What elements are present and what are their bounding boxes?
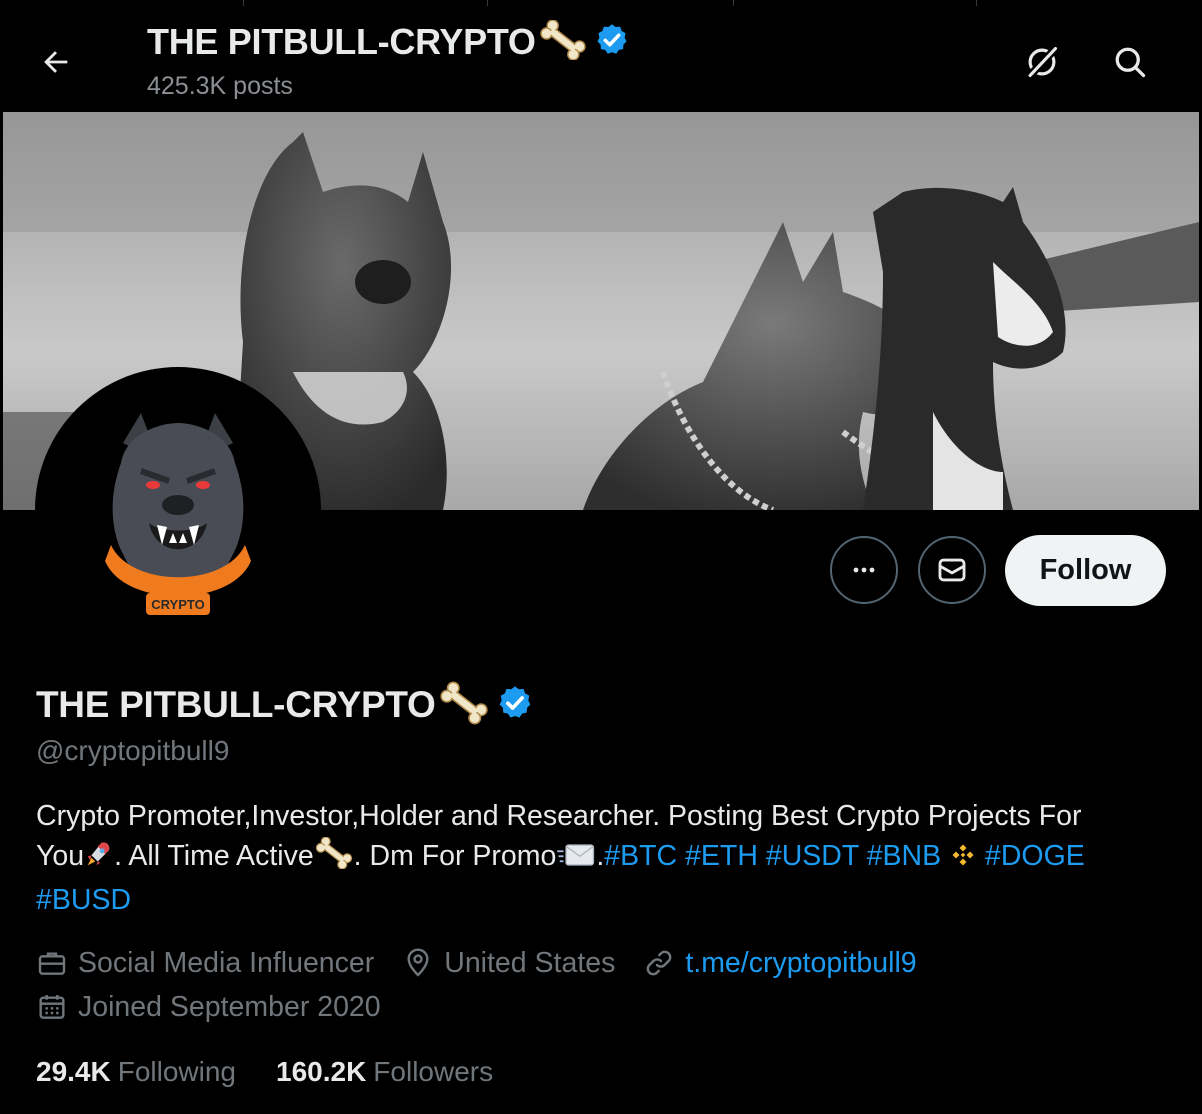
avatar-badge-text: CRYPTO [151,597,204,612]
followers-link[interactable]: 160.2K Followers [276,1056,493,1088]
grok-icon [1026,45,1060,79]
bio: Crypto Promoter,Investor,Holder and Rese… [36,796,1166,920]
verified-badge-icon[interactable] [594,22,630,63]
display-name: THE PITBULL-CRYPTO [36,684,436,725]
category-text: Social Media Influencer [78,946,375,979]
hashtag-link[interactable]: #ETH [685,840,758,872]
bio-text: You [36,840,85,872]
envelope-emoji [556,840,596,880]
hashtag-link[interactable]: #BTC [604,840,677,872]
header-title-block: THE PITBULL-CRYPTO 425.3K posts [147,18,630,101]
bio-text: . Dm For Promo [353,840,557,872]
profile-meta: Social Media Influencer United States t.… [36,943,917,983]
hashtag-link[interactable]: #BUSD [36,884,131,916]
top-separator [976,0,977,6]
rocket-emoji [84,839,114,880]
location-icon [407,948,429,977]
top-separator [733,0,734,6]
website-link[interactable]: t.me/cryptopitbull9 [685,947,916,980]
following-count: 29.4K [36,1056,111,1087]
search-button[interactable] [1104,36,1156,88]
back-button[interactable] [30,36,82,88]
top-separator [487,0,488,6]
followers-label: Followers [373,1056,494,1087]
hashtag-link[interactable]: #USDT [766,840,859,872]
location-item: United States [402,947,615,980]
website-item: t.me/cryptopitbull9 [643,947,917,980]
category-item: Social Media Influencer [36,947,374,980]
joined-item: Joined September 2020 [36,987,381,1027]
link-icon [647,950,672,976]
arrow-left-icon [44,51,68,73]
following-link[interactable]: 29.4K Following [36,1056,236,1088]
verified-badge-icon[interactable] [496,684,534,727]
hashtag-link[interactable]: #BNB [867,840,941,872]
header-title: THE PITBULL-CRYPTO [147,21,536,62]
follow-button[interactable]: Follow [1005,535,1166,606]
following-label: Following [117,1056,236,1087]
bone-emoji [538,18,588,65]
briefcase-icon [38,952,66,975]
display-name-row: THE PITBULL-CRYPTO [36,681,534,729]
followers-count: 160.2K [276,1056,367,1087]
joined-text: Joined September 2020 [78,990,381,1023]
bone-emoji [314,836,354,880]
posts-count: 425.3K posts [147,72,293,100]
message-button[interactable] [918,536,986,604]
more-icon [853,567,875,573]
handle: @cryptopitbull9 [36,735,230,766]
bone-emoji [438,681,490,730]
more-button[interactable] [830,536,898,604]
top-separator [243,0,244,6]
avatar[interactable]: CRYPTO [41,373,315,647]
bnb-logo-icon [949,840,977,880]
calendar-icon [39,995,65,1019]
follow-stats: 29.4K Following 160.2K Followers [36,1052,493,1092]
message-icon [938,558,966,582]
location-text: United States [444,946,616,979]
grok-button[interactable] [1016,36,1068,88]
top-bar: THE PITBULL-CRYPTO 425.3K posts [0,0,1202,112]
bio-text: Crypto Promoter,Investor,Holder and Rese… [36,800,1082,832]
search-icon [1115,47,1146,78]
bio-text: . All Time Active [114,840,314,872]
hashtag-link[interactable]: #DOGE [985,840,1085,872]
